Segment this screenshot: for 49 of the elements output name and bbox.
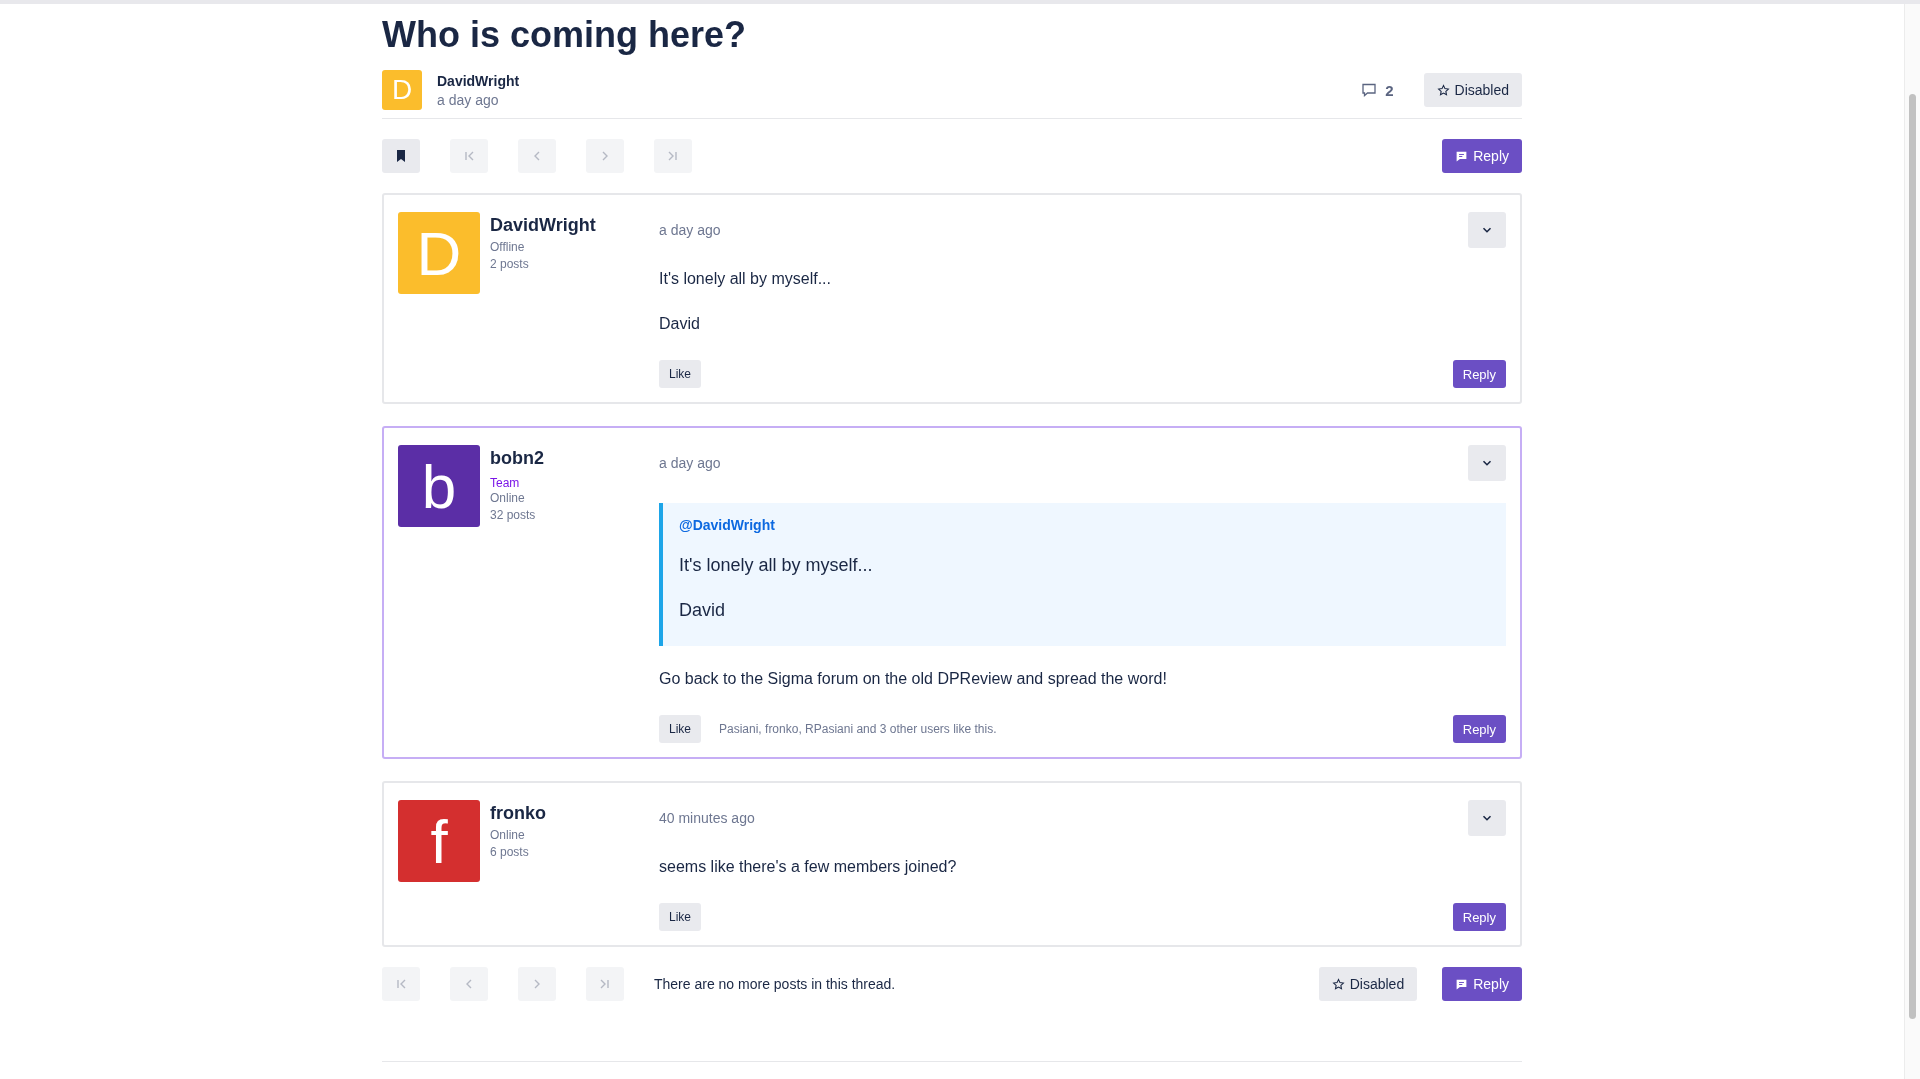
user-avatar[interactable]: b: [398, 445, 480, 527]
post-text: seems like there's a few members joined?: [659, 858, 958, 876]
comment-icon: [1361, 82, 1378, 98]
post-count: 6 posts: [490, 844, 529, 861]
like-button[interactable]: Like: [659, 903, 701, 931]
user-status: Online: [490, 827, 525, 844]
scrollbar[interactable]: [1904, 4, 1920, 1079]
likes-summary: Pasiani, fronko, RPasiani and 3 other users like this.: [719, 722, 998, 736]
reply-count: 2: [1385, 81, 1394, 99]
user-status: Offline: [490, 239, 525, 256]
user-avatar[interactable]: f: [398, 800, 480, 882]
mention-link[interactable]: @DavidWright: [679, 517, 775, 533]
reply-button[interactable]: Reply: [1442, 139, 1522, 173]
post-menu-button[interactable]: [1468, 212, 1506, 248]
author-name[interactable]: DavidWright: [437, 72, 520, 89]
speech-bubble-icon: [1455, 977, 1469, 991]
post-count: 32 posts: [490, 507, 536, 524]
speech-bubble-icon: [1455, 149, 1469, 163]
quote-text: David: [679, 600, 726, 621]
star-icon: [1331, 977, 1345, 991]
reply-button[interactable]: Reply: [1452, 360, 1506, 388]
reply-button[interactable]: Reply: [1452, 903, 1506, 931]
reply-button[interactable]: Reply: [1452, 715, 1506, 743]
quote-text: It's lonely all by myself...: [679, 555, 873, 576]
bookmark-button[interactable]: [382, 139, 420, 173]
star-icon: [1436, 83, 1450, 97]
post-menu-button[interactable]: [1468, 800, 1506, 836]
post-text: David: [659, 315, 701, 333]
username[interactable]: fronko: [490, 803, 546, 824]
role-label: Team: [490, 476, 520, 490]
like-button[interactable]: Like: [659, 360, 701, 388]
username[interactable]: DavidWright: [490, 215, 596, 236]
post-time: 40 minutes ago: [659, 810, 755, 826]
like-button[interactable]: Like: [659, 715, 701, 743]
post-text: Go back to the Sigma forum on the old DPReview and spread the word!: [659, 670, 1168, 688]
thread-title: Who is coming here?: [382, 14, 748, 56]
post-time: a day ago: [659, 455, 721, 471]
post-text: It's lonely all by myself...: [659, 270, 832, 288]
thread-time: a day ago: [437, 91, 499, 108]
reply-button[interactable]: Reply: [1442, 967, 1522, 1001]
username[interactable]: bobn2: [490, 448, 544, 469]
post-count: 2 posts: [490, 256, 529, 273]
favorite-button[interactable]: Disabled: [1423, 73, 1522, 107]
scrollbar-thumb[interactable]: [1909, 94, 1916, 1019]
post-menu-button[interactable]: [1468, 445, 1506, 481]
favorite-button[interactable]: Disabled: [1318, 967, 1418, 1001]
end-of-thread-message: There are no more posts in this thread.: [654, 976, 896, 992]
user-status: Online: [490, 490, 525, 507]
post-time: a day ago: [659, 222, 721, 238]
